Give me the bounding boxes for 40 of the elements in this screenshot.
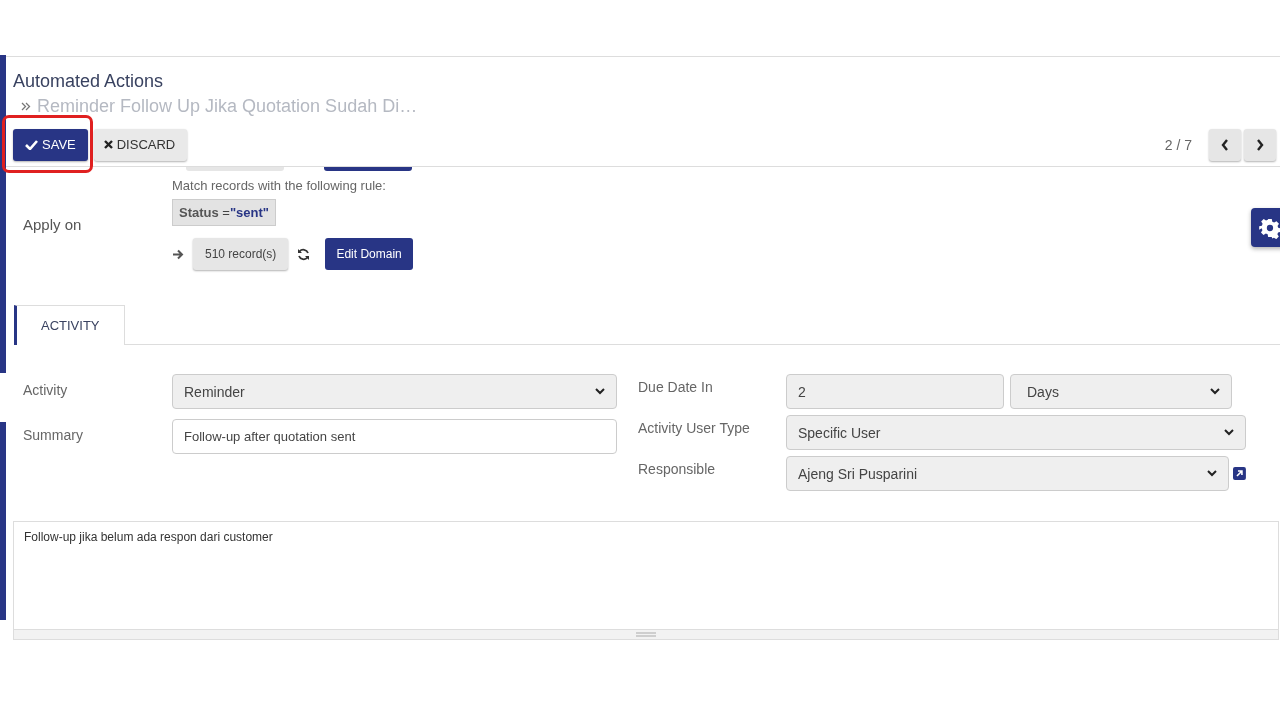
record-count-button[interactable]: 510 record(s)	[193, 238, 289, 270]
note-field[interactable]: Follow-up jika belum ada respon dari customer	[13, 521, 1279, 640]
external-link-icon[interactable]	[1233, 467, 1246, 480]
field-label: Summary	[23, 426, 84, 445]
rule-caption: Match records with the following rule:	[172, 178, 387, 193]
field-label: Responsible	[638, 460, 717, 479]
chevron-down-icon	[595, 388, 605, 395]
save-button[interactable]: SAVE	[13, 128, 88, 161]
field-label: Activity User Type	[638, 419, 751, 438]
resize-grip-icon[interactable]	[636, 632, 656, 637]
previous-button[interactable]	[1209, 128, 1241, 161]
chevron-down-icon	[1224, 429, 1234, 436]
chevron-down-icon	[1207, 470, 1218, 477]
field-label: Activity	[23, 381, 69, 400]
settings-icon	[1259, 216, 1280, 239]
discard-button[interactable]: DISCARD	[93, 128, 188, 161]
chevron-down-icon	[1210, 388, 1220, 395]
edit-domain-button[interactable]: Edit Domain	[325, 238, 413, 270]
record-title: Reminder Follow Up Jika Quotation Sudah Di…	[37, 96, 418, 117]
check-icon	[25, 139, 38, 150]
settings-button[interactable]	[1251, 208, 1280, 247]
pager-counter: 2 / 7	[1164, 136, 1192, 153]
arrow-right-icon	[172, 248, 184, 260]
text-field[interactable]: Follow-up after quotation sent	[172, 419, 617, 454]
chevron-right-icon	[1256, 138, 1264, 151]
next-button[interactable]	[1244, 128, 1276, 161]
select-field[interactable]: Specific User	[786, 415, 1246, 450]
tab[interactable]: ACTIVITY	[14, 305, 125, 345]
close-icon	[103, 140, 113, 149]
number-field[interactable]: 2	[786, 374, 1004, 409]
page-title: Automated Actions	[13, 71, 165, 92]
select-field[interactable]: Days	[1010, 374, 1232, 409]
refresh-icon[interactable]	[297, 247, 311, 261]
double-chevron-icon	[21, 102, 31, 111]
select-field[interactable]: Ajeng Sri Pusparini	[786, 456, 1230, 491]
chevron-left-icon	[1221, 138, 1229, 151]
domain-condition: Status ="sent"	[172, 199, 276, 226]
field-label: Apply on	[23, 215, 83, 233]
field-label: Due Date In	[638, 378, 714, 397]
select-field[interactable]: Reminder	[172, 374, 617, 409]
